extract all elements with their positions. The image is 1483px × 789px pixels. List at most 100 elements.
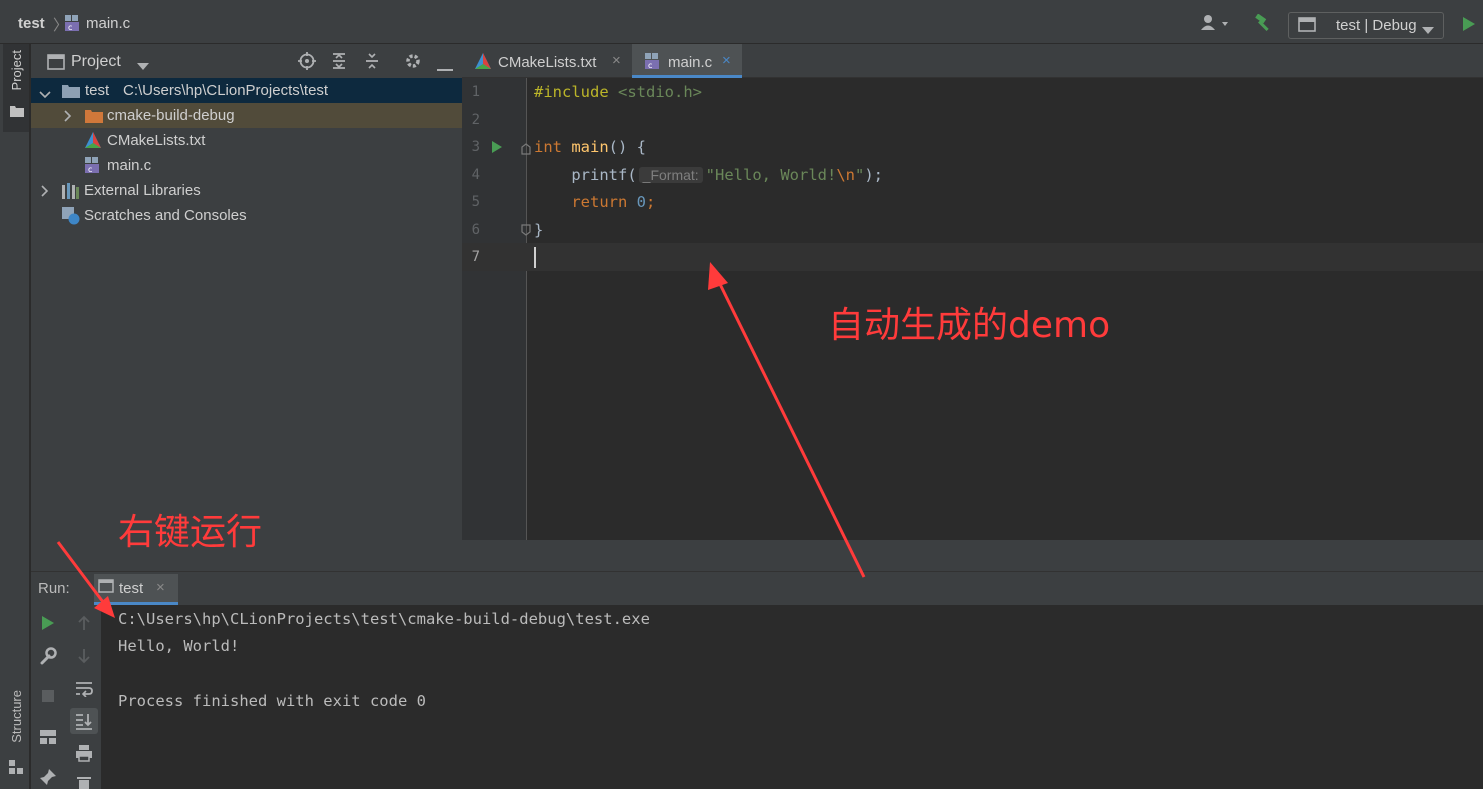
print-icon[interactable] <box>75 744 93 766</box>
line-number: 6 <box>471 222 480 238</box>
run-icon[interactable] <box>1462 16 1476 36</box>
close-icon[interactable]: × <box>156 579 165 596</box>
function-call: printf( <box>571 166 637 184</box>
stop-icon[interactable] <box>41 689 55 707</box>
code-line-5: return 0; <box>534 193 655 211</box>
pin-icon[interactable] <box>39 768 57 789</box>
tab-main-c[interactable]: c main.c × <box>632 44 742 78</box>
run-panel-header <box>31 571 1483 605</box>
run-configuration-label: test | Debug <box>1336 17 1417 34</box>
chevron-right-icon[interactable] <box>41 184 49 201</box>
console-line-command: C:\Users\hp\CLionProjects\test\cmake-bui… <box>118 610 650 628</box>
closing-brace: } <box>534 221 544 239</box>
tree-item-label: Scratches and Consoles <box>84 207 247 224</box>
caret-row-highlight <box>462 243 1483 271</box>
wrench-icon[interactable] <box>39 647 57 669</box>
fold-icon[interactable] <box>521 223 531 240</box>
project-view-selector[interactable]: Project <box>71 53 121 71</box>
tab-label: CMakeLists.txt <box>498 54 597 71</box>
project-tool-tab-label: Project <box>9 50 24 91</box>
tree-item-external-libraries[interactable]: External Libraries <box>31 178 462 203</box>
arrow-down-icon[interactable] <box>77 648 91 668</box>
line-number: 3 <box>471 139 480 155</box>
number-literal: 0 <box>636 193 647 211</box>
function-name: main <box>571 138 609 156</box>
minimize-icon[interactable] <box>437 60 453 77</box>
run-panel-label: Run: <box>38 580 70 597</box>
collapse-all-icon[interactable] <box>364 52 380 74</box>
code-punctuation: () { <box>608 138 646 156</box>
console-line-output: Hello, World! <box>118 637 240 655</box>
return-keyword: return <box>571 193 628 211</box>
annotation-auto-demo: 自动生成的demo <box>828 305 1111 346</box>
user-icon[interactable] <box>1200 14 1232 36</box>
tree-item-label: main.c <box>107 157 152 174</box>
library-icon <box>62 183 80 203</box>
tree-item-label: test <box>85 82 110 99</box>
include-header: <stdio.h> <box>618 83 702 101</box>
close-icon[interactable]: × <box>612 52 621 69</box>
editor-bottom-area <box>462 540 1483 571</box>
chevron-right-icon[interactable] <box>64 109 72 126</box>
tree-item-build-folder[interactable]: cmake-build-debug <box>31 103 462 128</box>
structure-tool-tab-label[interactable]: Structure <box>9 690 24 743</box>
fold-icon[interactable] <box>521 142 531 159</box>
layout-icon[interactable] <box>39 729 57 749</box>
tree-item-cmakelists[interactable]: CMakeLists.txt <box>31 128 462 153</box>
annotation-right-click-run: 右键运行 <box>118 512 263 553</box>
folder-icon <box>85 109 103 127</box>
code-line-4: printf(_Format: "Hello, World!\n"); <box>534 166 883 184</box>
tab-label: main.c <box>668 54 713 71</box>
code-punctuation: ); <box>864 166 884 184</box>
folder-icon <box>62 84 80 102</box>
tree-item-scratches[interactable]: Scratches and Consoles <box>31 203 462 228</box>
trash-icon[interactable] <box>77 776 91 789</box>
rerun-icon[interactable] <box>41 615 55 635</box>
code-punctuation: ; <box>646 193 656 211</box>
tree-item-label: cmake-build-debug <box>107 107 235 124</box>
breadcrumb-file[interactable]: main.c <box>86 15 130 32</box>
run-tab-label: test <box>119 580 144 597</box>
folder-icon <box>10 104 24 121</box>
locate-target-icon[interactable] <box>298 52 316 74</box>
console-line-exit: Process finished with exit code 0 <box>118 692 426 710</box>
breadcrumb-project[interactable]: test <box>18 15 45 32</box>
chevron-down-icon[interactable] <box>137 58 149 75</box>
parameter-hint: _Format: <box>638 167 703 183</box>
chevron-down-icon[interactable] <box>39 86 51 103</box>
string-literal-end: " <box>855 166 865 184</box>
expand-all-icon[interactable] <box>331 52 347 74</box>
svg-text:c: c <box>68 23 72 32</box>
svg-text:c: c <box>88 165 92 174</box>
gear-icon[interactable] <box>404 52 422 74</box>
text-caret <box>534 247 536 268</box>
window-icon <box>98 579 114 597</box>
tab-cmakelists[interactable]: CMakeLists.txt × <box>470 44 632 78</box>
cmake-triangle-icon <box>84 131 102 153</box>
type-keyword: int <box>534 138 562 156</box>
preprocessor-directive: #include <box>534 83 609 101</box>
code-line-3: int main() { <box>534 138 646 156</box>
tree-item-root[interactable]: test C:\Users\hp\CLionProjects\test <box>31 78 462 103</box>
line-number: 5 <box>471 194 480 210</box>
string-literal: "Hello, World! <box>705 166 837 184</box>
arrow-up-icon[interactable] <box>77 615 91 635</box>
cmake-triangle-icon <box>474 52 492 74</box>
escape-sequence: \n <box>836 166 855 184</box>
c-file-icon: c <box>64 14 82 36</box>
run-gutter-icon[interactable] <box>491 140 503 158</box>
close-icon[interactable]: × <box>722 52 731 69</box>
left-tool-strip <box>0 44 30 789</box>
code-line-1: #include <stdio.h> <box>534 83 702 101</box>
code-line-6: } <box>534 221 543 239</box>
tree-item-label: CMakeLists.txt <box>107 132 206 149</box>
window-icon <box>1298 17 1316 37</box>
line-number: 7 <box>471 249 480 265</box>
build-hammer-icon[interactable] <box>1254 13 1274 36</box>
line-number: 2 <box>471 112 480 128</box>
tree-item-main-c[interactable]: c main.c <box>31 153 462 178</box>
scroll-to-end-icon <box>75 712 93 734</box>
c-file-icon: c <box>84 156 102 178</box>
soft-wrap-icon[interactable] <box>75 681 93 701</box>
line-number: 1 <box>471 84 480 100</box>
